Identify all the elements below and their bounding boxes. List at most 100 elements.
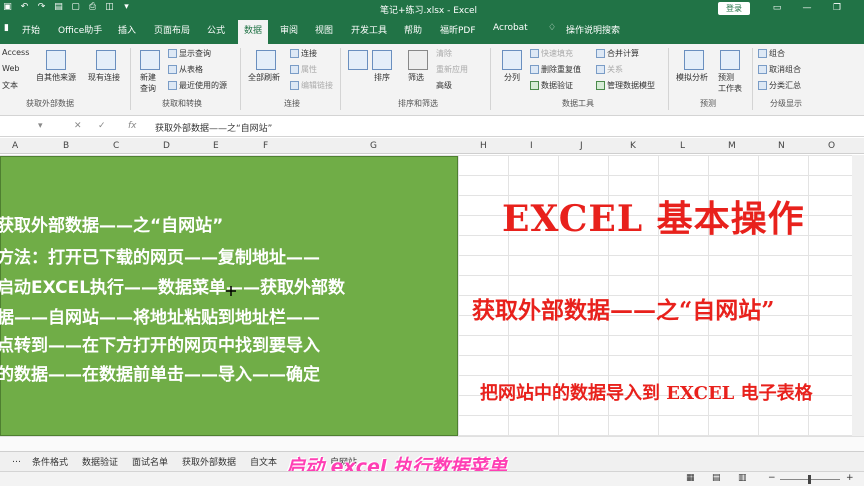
text-to-columns-button[interactable]: 分列 xyxy=(504,72,520,83)
insert-function-button[interactable]: fx xyxy=(128,121,137,131)
from-table-button[interactable]: 从表格 xyxy=(168,64,203,75)
name-box-dropdown-icon[interactable]: ▾ xyxy=(38,121,43,131)
sort-az-icon[interactable] xyxy=(348,50,368,70)
tab-office-helper[interactable]: Office助手 xyxy=(58,23,102,36)
tab-acrobat[interactable]: Acrobat xyxy=(493,23,528,33)
sheet-tabs-more-icon[interactable]: … xyxy=(12,455,21,465)
manage-data-model-button[interactable]: 管理数据模型 xyxy=(596,80,655,91)
dropdown-icon[interactable]: ▾ xyxy=(121,2,132,13)
formula-input[interactable]: 获取外部数据——之“自网站” xyxy=(155,121,272,134)
sort-button[interactable]: 排序 xyxy=(374,72,390,83)
horizontal-scrollbar[interactable] xyxy=(0,436,864,451)
tab-data[interactable]: 数据 xyxy=(238,20,269,44)
zoom-out-icon[interactable]: − xyxy=(768,473,776,483)
column-header[interactable]: O xyxy=(828,141,835,151)
normal-view-icon[interactable]: ▦ xyxy=(686,473,695,483)
connections-button[interactable]: 连接 xyxy=(290,48,317,59)
sheet-tab[interactable]: 数据验证 xyxy=(82,455,118,468)
other-sources-button[interactable]: 自其他来源 xyxy=(36,72,76,83)
open-icon[interactable]: ▤ xyxy=(53,2,64,13)
tell-me-search[interactable]: 操作说明搜索 xyxy=(566,23,620,36)
recent-sources-button[interactable]: 最近使用的源 xyxy=(168,80,227,91)
vertical-scrollbar[interactable] xyxy=(852,155,864,436)
column-header[interactable]: L xyxy=(680,141,685,151)
new-icon[interactable]: ▢ xyxy=(70,2,81,13)
refresh-all-button[interactable]: 全部刷新 xyxy=(248,72,280,83)
column-header[interactable]: E xyxy=(213,141,219,151)
sheet-tab[interactable]: 条件格式 xyxy=(32,455,68,468)
access-button[interactable]: Access xyxy=(2,48,29,57)
column-header[interactable]: F xyxy=(263,141,268,151)
column-header[interactable]: N xyxy=(778,141,785,151)
relationships-icon xyxy=(596,65,605,74)
zoom-slider-thumb[interactable] xyxy=(808,475,811,484)
edit-links-button[interactable]: 编辑链接 xyxy=(290,80,333,91)
column-header[interactable]: I xyxy=(530,141,533,151)
page-layout-view-icon[interactable]: ▤ xyxy=(712,473,721,483)
show-queries-button[interactable]: 显示查询 xyxy=(168,48,211,59)
title-bar: ▣ ↶ ↷ ▤ ▢ ⎙ ◫ ▾ 笔记+练习.xlsx - Excel 登录 ▭ … xyxy=(0,0,864,17)
tab-insert[interactable]: 插入 xyxy=(118,23,136,36)
column-header[interactable]: M xyxy=(728,141,736,151)
minimize-icon[interactable]: — xyxy=(800,1,814,15)
column-header[interactable]: D xyxy=(163,141,170,151)
what-if-button[interactable]: 模拟分析 xyxy=(676,72,708,83)
remove-duplicates-label: 删除重复值 xyxy=(541,65,581,74)
sheet-tab[interactable]: 面试名单 xyxy=(132,455,168,468)
redo-icon[interactable]: ↷ xyxy=(36,2,47,13)
column-header[interactable]: H xyxy=(480,141,487,151)
column-header[interactable]: A xyxy=(12,141,18,151)
file-tab-icon[interactable]: ▮ xyxy=(4,23,9,33)
column-header[interactable]: G xyxy=(370,141,377,151)
sheet-tab[interactable]: 自文本 xyxy=(250,455,277,468)
lightbulb-icon[interactable]: ♢ xyxy=(548,23,556,33)
save-icon[interactable]: ▣ xyxy=(2,2,13,13)
clear-filter-button[interactable]: 清除 xyxy=(436,48,452,59)
column-header[interactable]: C xyxy=(113,141,119,151)
tab-help[interactable]: 帮助 xyxy=(404,23,422,36)
data-validation-button[interactable]: 数据验证 xyxy=(530,80,573,91)
show-queries-icon xyxy=(168,49,177,58)
filter-button[interactable]: 筛选 xyxy=(408,72,424,83)
group-button[interactable]: 组合 xyxy=(758,48,785,59)
tab-view[interactable]: 视图 xyxy=(315,23,333,36)
print-icon[interactable]: ⎙ xyxy=(87,2,98,13)
existing-connections-button[interactable]: 现有连接 xyxy=(88,72,120,83)
preview-icon[interactable]: ◫ xyxy=(104,2,115,13)
sort-za-icon[interactable] xyxy=(372,50,392,70)
restore-icon[interactable]: ❐ xyxy=(830,1,844,15)
cancel-icon[interactable]: ✕ xyxy=(74,121,82,131)
zoom-in-icon[interactable]: + xyxy=(846,473,854,483)
page-break-view-icon[interactable]: ▥ xyxy=(738,473,747,483)
login-button[interactable]: 登录 xyxy=(718,2,750,15)
sheet-tab[interactable]: 获取外部数据 xyxy=(182,455,236,468)
text-button[interactable]: 文本 xyxy=(2,80,18,91)
tab-formulas[interactable]: 公式 xyxy=(207,23,225,36)
enter-icon[interactable]: ✓ xyxy=(98,121,106,131)
subtotal-button[interactable]: 分类汇总 xyxy=(758,80,801,91)
tab-developer[interactable]: 开发工具 xyxy=(351,23,387,36)
group-label: 组合 xyxy=(769,49,785,58)
web-button[interactable]: Web xyxy=(2,64,19,73)
properties-button[interactable]: 属性 xyxy=(290,64,317,75)
column-header[interactable]: J xyxy=(580,141,583,151)
ribbon-separator xyxy=(752,48,753,110)
green-text-box[interactable]: 获取外部数据——之“自网站” 方法：打开已下载的网页——复制地址—— 启动EXC… xyxy=(0,156,458,436)
tab-page-layout[interactable]: 页面布局 xyxy=(154,23,190,36)
flash-fill-button[interactable]: 快速填充 xyxy=(530,48,573,59)
reapply-button[interactable]: 重新应用 xyxy=(436,64,468,75)
relationships-button[interactable]: 关系 xyxy=(596,64,623,75)
tab-home[interactable]: 开始 xyxy=(22,23,40,36)
undo-icon[interactable]: ↶ xyxy=(19,2,30,13)
column-header[interactable]: K xyxy=(630,141,636,151)
remove-duplicates-button[interactable]: 删除重复值 xyxy=(530,64,581,75)
ribbon-display-icon[interactable]: ▭ xyxy=(770,1,784,15)
ungroup-button[interactable]: 取消组合 xyxy=(758,64,801,75)
forecast-sheet-button[interactable]: 预测 工作表 xyxy=(718,72,742,94)
column-header[interactable]: B xyxy=(63,141,69,151)
tab-review[interactable]: 审阅 xyxy=(280,23,298,36)
new-query-button[interactable]: 新建 查询 xyxy=(140,72,156,94)
tab-foxit-pdf[interactable]: 福昕PDF xyxy=(440,23,476,36)
advanced-filter-button[interactable]: 高级 xyxy=(436,80,452,91)
consolidate-button[interactable]: 合并计算 xyxy=(596,48,639,59)
